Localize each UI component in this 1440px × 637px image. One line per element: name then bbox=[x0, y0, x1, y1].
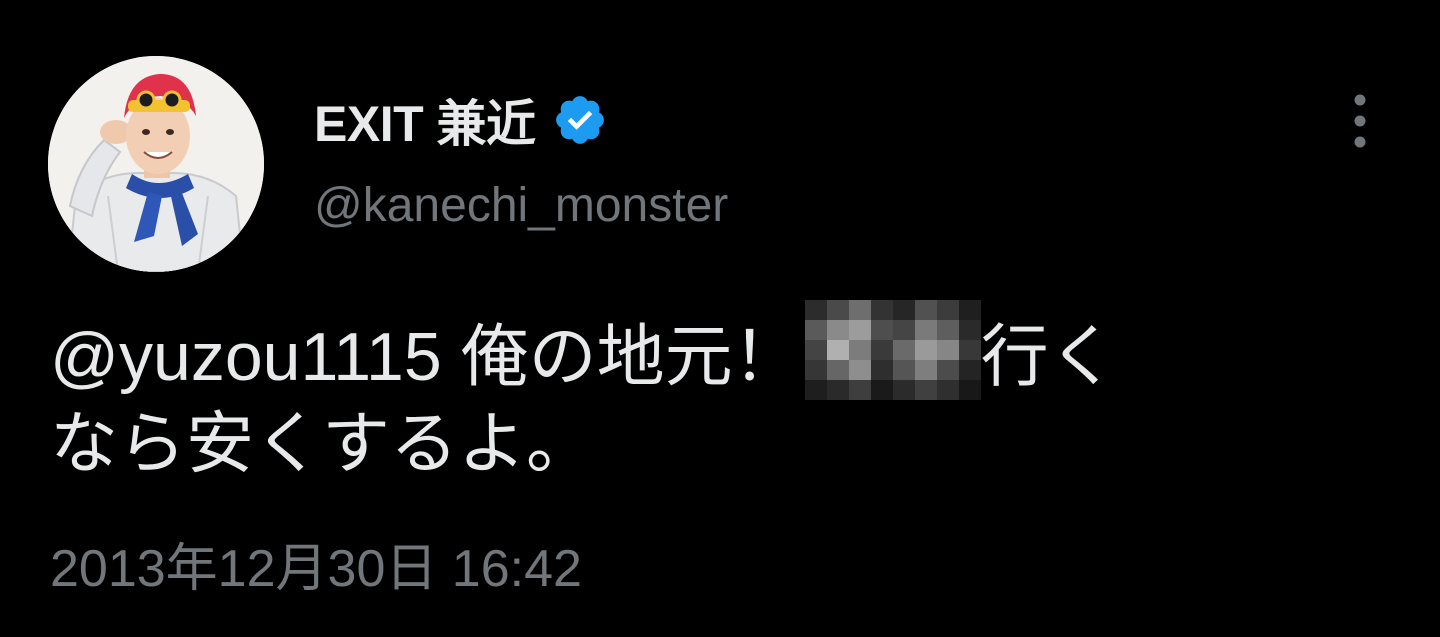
tweet-text-line-2: なら安くするよ。 bbox=[50, 406, 595, 482]
tweet-text-segment: 行く bbox=[980, 319, 1117, 395]
pixelated-mosaic-censor bbox=[804, 300, 981, 400]
tweet-text: @yuzou1115 俺の地元！ 行く なら安くするよ。 bbox=[50, 300, 1390, 492]
avatar[interactable] bbox=[48, 56, 264, 272]
tweet-text-line-1: @yuzou1115 俺の地元！ 行く bbox=[50, 300, 1390, 400]
verified-badge-icon bbox=[552, 92, 608, 148]
tweet-timestamp[interactable]: 2013年12月30日 16:42 bbox=[50, 526, 582, 601]
tweet-text-segment: 俺の地元！ bbox=[460, 319, 801, 395]
tweet: EXIT 兼近 @kanechi_monster @yuzou1115 俺の地元… bbox=[0, 0, 1440, 637]
author-handle[interactable]: @kanechi_monster bbox=[314, 178, 728, 233]
author-display-name[interactable]: EXIT 兼近 bbox=[314, 84, 536, 156]
avatar-image bbox=[48, 56, 264, 272]
more-vertical-icon[interactable] bbox=[1340, 92, 1380, 150]
author-name-row: EXIT 兼近 bbox=[314, 88, 608, 152]
mention-link[interactable]: @yuzou1115 bbox=[50, 319, 442, 395]
